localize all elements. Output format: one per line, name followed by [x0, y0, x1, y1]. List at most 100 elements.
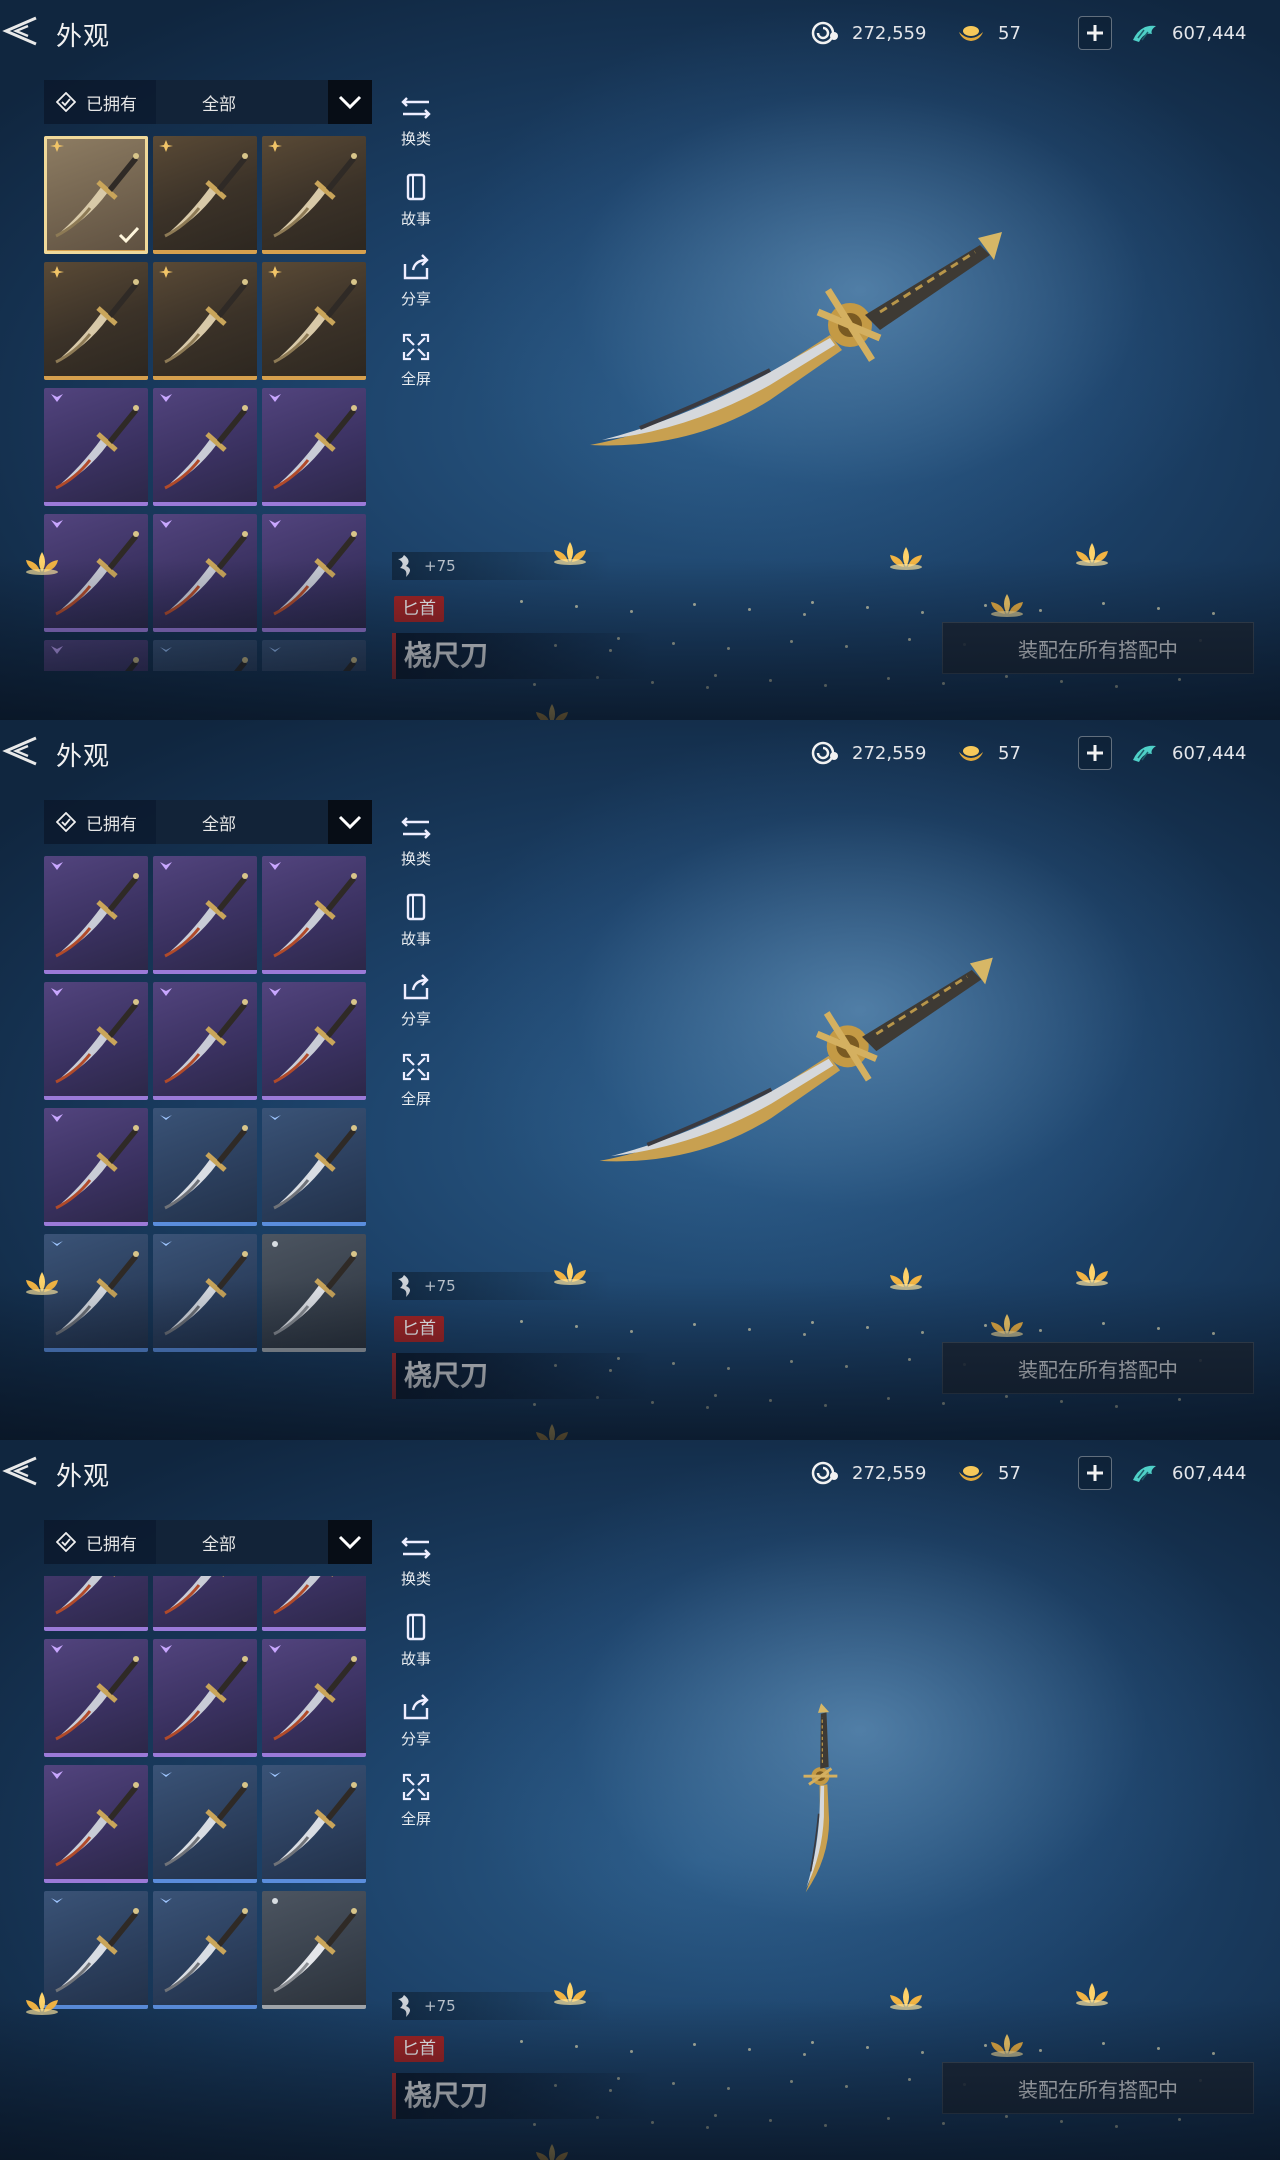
share-icon	[399, 1690, 433, 1724]
skin-tile[interactable]	[153, 262, 257, 380]
skin-tile[interactable]	[44, 262, 148, 380]
currency-jade-fish: 607,444	[1130, 1458, 1246, 1488]
skin-tile[interactable]	[262, 982, 366, 1100]
skin-tile[interactable]	[44, 1108, 148, 1226]
skin-tile[interactable]	[153, 982, 257, 1100]
category-select[interactable]: 全部	[156, 1520, 328, 1564]
sparkle	[1212, 2052, 1215, 2055]
tool-label: 分享	[400, 290, 431, 308]
dagger-model[interactable]	[590, 950, 1010, 1200]
equip-all-outfits-button[interactable]: 装配在所有搭配中	[942, 2062, 1254, 2114]
tool-fullscreen[interactable]: 全屏	[392, 1770, 440, 1850]
category-select[interactable]: 全部	[156, 800, 328, 844]
sparkle	[942, 682, 945, 685]
dagger-thumbnail	[55, 279, 139, 364]
skin-tile[interactable]	[153, 1639, 257, 1757]
sparkle	[672, 2082, 675, 2085]
back-button[interactable]	[0, 1454, 42, 1488]
currency-gold-ingot: 57	[956, 738, 1021, 768]
skin-tile[interactable]	[262, 262, 366, 380]
tool-share[interactable]: 分享	[392, 1690, 440, 1770]
category-dropdown-button[interactable]	[328, 80, 372, 124]
skin-tile[interactable]	[153, 514, 257, 632]
skin-tile[interactable]	[153, 1108, 257, 1226]
skin-tile[interactable]	[262, 136, 366, 254]
tool-fullscreen[interactable]: 全屏	[392, 330, 440, 410]
skin-tile[interactable]	[44, 136, 148, 254]
skin-tile[interactable]	[262, 1891, 366, 2009]
skin-tile[interactable]	[262, 1234, 366, 1352]
skin-grid[interactable]	[44, 856, 374, 1391]
tool-share[interactable]: 分享	[392, 250, 440, 330]
sparkle	[921, 2051, 924, 2054]
skin-tile[interactable]	[44, 982, 148, 1100]
owned-filter-toggle[interactable]: 已拥有	[44, 90, 156, 115]
owned-filter-toggle[interactable]: 已拥有	[44, 810, 156, 835]
category-dropdown-button[interactable]	[328, 800, 372, 844]
sparkle	[803, 2053, 806, 2056]
tool-swap-weapon[interactable]: 换类	[392, 810, 440, 890]
skin-tile[interactable]	[262, 388, 366, 506]
tool-fullscreen[interactable]: 全屏	[392, 1050, 440, 1130]
skin-tile[interactable]	[262, 1576, 366, 1631]
skin-tile[interactable]	[153, 1891, 257, 2009]
dagger-thumbnail	[55, 1656, 139, 1741]
lotus-lantern-icon	[554, 1262, 586, 1285]
dagger-thumbnail	[55, 999, 139, 1084]
top-up-button[interactable]	[1078, 736, 1112, 770]
skin-tile[interactable]	[44, 1765, 148, 1883]
skin-tile[interactable]	[262, 640, 366, 671]
skin-tile[interactable]	[153, 1234, 257, 1352]
category-select[interactable]: 全部	[156, 80, 328, 124]
tool-swap-weapon[interactable]: 换类	[392, 90, 440, 170]
sparkle	[748, 2048, 751, 2051]
category-dropdown-button[interactable]	[328, 1520, 372, 1564]
skin-tile[interactable]	[44, 640, 148, 671]
sparkle	[1178, 1398, 1181, 1401]
skin-tile[interactable]	[153, 136, 257, 254]
sparkle	[942, 2122, 945, 2125]
tool-swap-weapon[interactable]: 换类	[392, 1530, 440, 1610]
sparkle	[908, 1358, 911, 1361]
skin-tile[interactable]	[262, 856, 366, 974]
skin-tile[interactable]	[153, 388, 257, 506]
skin-tile[interactable]	[153, 1765, 257, 1883]
top-up-button[interactable]	[1078, 16, 1112, 50]
back-button[interactable]	[0, 734, 42, 768]
equip-all-outfits-button[interactable]: 装配在所有搭配中	[942, 622, 1254, 674]
skin-tile[interactable]	[44, 388, 148, 506]
dagger-thumbnail	[273, 279, 357, 364]
sparkle	[824, 2124, 827, 2127]
sparkle	[714, 674, 717, 677]
dagger-thumbnail	[164, 531, 248, 616]
skin-tile[interactable]	[153, 856, 257, 974]
skin-tile[interactable]	[44, 1576, 148, 1631]
skin-tile[interactable]	[153, 1576, 257, 1631]
dagger-model[interactable]	[580, 230, 1020, 480]
tool-share[interactable]: 分享	[392, 970, 440, 1050]
dagger-model[interactable]	[673, 1662, 967, 1939]
owned-filter-toggle[interactable]: 已拥有	[44, 1530, 156, 1555]
tool-story-book[interactable]: 故事	[392, 890, 440, 970]
sparkle	[693, 1323, 696, 1326]
back-button[interactable]	[0, 14, 42, 48]
skin-tile[interactable]	[153, 640, 257, 671]
skin-tile[interactable]	[262, 1765, 366, 1883]
skin-tile[interactable]	[262, 514, 366, 632]
skin-tile[interactable]	[262, 1108, 366, 1226]
tool-label: 分享	[400, 1010, 431, 1028]
top-up-button[interactable]	[1078, 1456, 1112, 1490]
tool-story-book[interactable]: 故事	[392, 1610, 440, 1690]
owned-label: 已拥有	[86, 1534, 137, 1555]
sparkle	[1115, 1405, 1118, 1408]
equip-all-outfits-button[interactable]: 装配在所有搭配中	[942, 1342, 1254, 1394]
skin-tile[interactable]	[44, 1639, 148, 1757]
skin-grid[interactable]	[44, 136, 374, 671]
skin-tile[interactable]	[44, 856, 148, 974]
skin-grid[interactable]	[44, 1576, 374, 2111]
tool-story-book[interactable]: 故事	[392, 170, 440, 250]
gold-ingot-icon	[959, 26, 983, 41]
sparkle	[824, 1404, 827, 1407]
skin-tile[interactable]	[262, 1639, 366, 1757]
chevron-down-icon	[338, 95, 362, 110]
